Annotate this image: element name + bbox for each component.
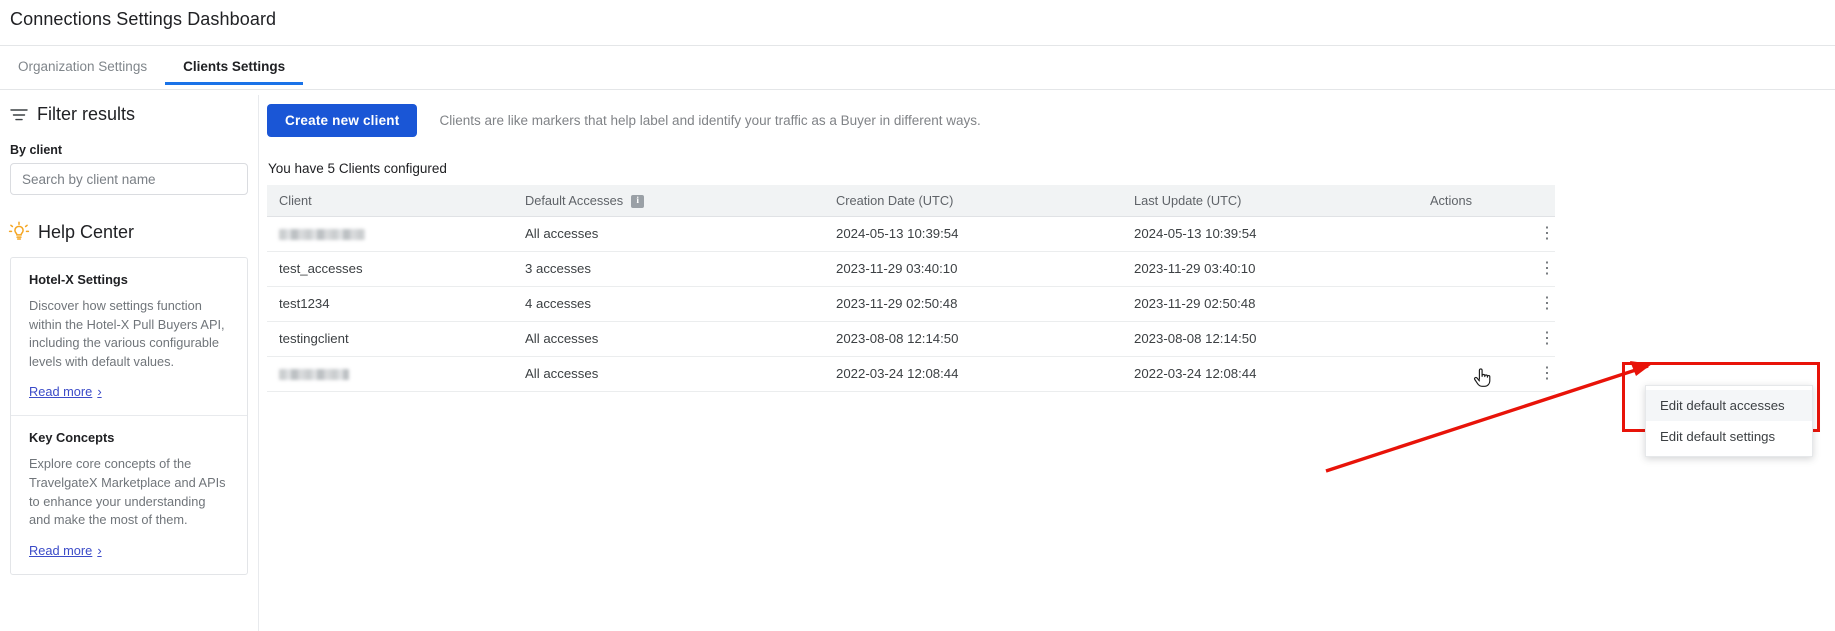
cell-last-update: 2023-08-08 12:14:50 <box>1122 321 1418 357</box>
page-title: Connections Settings Dashboard <box>10 9 277 29</box>
filter-icon <box>10 107 28 123</box>
cell-default-accesses: 4 accesses <box>513 286 824 322</box>
cell-client <box>267 216 513 252</box>
help-item-body: Discover how settings function within th… <box>29 298 225 369</box>
header-divider <box>0 45 1835 46</box>
tab-bar: Organization Settings Clients Settings <box>0 53 1835 90</box>
by-client-label: By client <box>10 143 63 157</box>
tab-organization-settings[interactable]: Organization Settings <box>0 53 165 84</box>
main-content: Create new client Clients are like marke… <box>267 95 1835 392</box>
table-row: All accesses 2022-03-24 12:08:44 2022-03-2… <box>267 356 1555 392</box>
column-header-last-update: Last Update (UTC) <box>1122 185 1418 217</box>
row-actions-kebab-icon[interactable]: ⋮ <box>1539 295 1555 312</box>
table-row: testingclient All accesses 2023-08-08 12:1… <box>267 321 1555 357</box>
table-row: test1234 4 accesses 2023-11-29 02:50:48 202… <box>267 286 1555 322</box>
cell-client <box>267 356 513 392</box>
cell-actions: ⋮ <box>1418 251 1555 287</box>
read-more-link-key-concepts[interactable]: Read more › <box>29 543 102 558</box>
search-field-wrapper <box>0 163 258 195</box>
help-center-card: Hotel-X Settings Discover how settings f… <box>10 257 248 575</box>
chevron-right-icon: › <box>97 384 102 400</box>
help-item-hotel-x-settings: Hotel-X Settings Discover how settings f… <box>11 258 247 415</box>
column-header-default-accesses-label: Default Accesses <box>525 192 624 208</box>
help-item-body: Explore core concepts of the TravelgateX… <box>29 456 226 528</box>
cell-actions: ⋮ <box>1418 356 1555 392</box>
cell-creation-date: 2024-05-13 10:39:54 <box>824 216 1122 252</box>
app-root: Connections Settings Dashboard Organizat… <box>0 0 1835 631</box>
clients-table-body: All accesses 2024-05-13 10:39:54 2024-05-1… <box>267 216 1555 392</box>
help-item-title: Key Concepts <box>29 430 115 446</box>
cell-last-update: 2022-03-24 12:08:44 <box>1122 356 1418 392</box>
lightbulb-icon <box>8 221 30 243</box>
help-center-title: Help Center <box>38 221 135 242</box>
row-actions-kebab-icon[interactable]: ⋮ <box>1539 260 1555 277</box>
read-more-label: Read more <box>29 384 93 400</box>
chevron-right-icon: › <box>97 542 102 558</box>
row-actions-kebab-icon[interactable]: ⋮ <box>1539 365 1555 382</box>
menu-item-edit-default-accesses[interactable]: Edit default accesses <box>1646 390 1812 421</box>
cell-default-accesses: All accesses <box>513 216 824 252</box>
redacted-client-name <box>279 369 349 381</box>
read-more-label: Read more <box>29 542 93 558</box>
sidebar-divider <box>258 95 259 631</box>
tab-clients-settings[interactable]: Clients Settings <box>165 53 304 85</box>
search-input[interactable] <box>10 163 248 195</box>
help-item-title: Hotel-X Settings <box>29 272 128 287</box>
cell-default-accesses: All accesses <box>513 356 824 392</box>
cell-actions: ⋮ <box>1418 286 1555 322</box>
info-icon[interactable]: i <box>631 194 645 208</box>
cell-client: test1234 <box>267 286 513 322</box>
cell-default-accesses: All accesses <box>513 321 824 357</box>
clients-count-text: You have 5 Clients configured <box>268 161 447 176</box>
tab-bar-divider <box>0 89 1835 90</box>
clients-table-head: Client Default Accesses i Creation Date (… <box>267 185 1555 217</box>
filter-results-title: Filter results <box>37 104 136 124</box>
clients-table: Client Default Accesses i Creation Date (… <box>267 185 1555 392</box>
cell-last-update: 2024-05-13 10:39:54 <box>1122 216 1418 252</box>
menu-item-edit-default-settings[interactable]: Edit default settings <box>1646 421 1812 452</box>
cell-creation-date: 2023-11-29 02:50:48 <box>824 286 1122 322</box>
row-actions-context-menu: Edit default accesses Edit default setti… <box>1645 385 1813 457</box>
column-header-actions: Actions <box>1418 185 1555 217</box>
table-row: All accesses 2024-05-13 10:39:54 2024-05-1… <box>267 216 1555 252</box>
cell-creation-date: 2023-11-29 03:40:10 <box>824 251 1122 287</box>
sidebar: Filter results By client Help Center <box>0 95 258 575</box>
cell-client: test_accesses <box>267 251 513 287</box>
table-header-row: Client Default Accesses i Creation Date (… <box>267 185 1555 217</box>
cell-creation-date: 2022-03-24 12:08:44 <box>824 356 1122 392</box>
cell-default-accesses: 3 accesses <box>513 251 824 287</box>
cell-last-update: 2023-11-29 02:50:48 <box>1122 286 1418 322</box>
action-row: Create new client Clients are like marke… <box>267 95 1835 137</box>
row-actions-kebab-icon[interactable]: ⋮ <box>1539 225 1555 242</box>
cell-creation-date: 2023-08-08 12:14:50 <box>824 321 1122 357</box>
cell-client: testingclient <box>267 321 513 357</box>
filter-results-header: Filter results <box>0 95 258 129</box>
help-item-key-concepts: Key Concepts Explore core concepts of th… <box>11 415 247 573</box>
column-header-default-accesses: Default Accesses i <box>513 185 824 217</box>
column-header-creation-date: Creation Date (UTC) <box>824 185 1122 217</box>
redacted-client-name <box>279 229 365 241</box>
read-more-link-hotel-x-settings[interactable]: Read more › <box>29 384 102 399</box>
cell-actions: ⋮ <box>1418 216 1555 252</box>
create-new-client-button[interactable]: Create new client <box>267 104 418 137</box>
help-center-header: Help Center <box>0 195 258 247</box>
cell-last-update: 2023-11-29 03:40:10 <box>1122 251 1418 287</box>
column-header-client: Client <box>267 185 513 217</box>
row-actions-kebab-icon[interactable]: ⋮ <box>1539 330 1555 347</box>
cell-actions: ⋮ <box>1418 321 1555 357</box>
clients-description: Clients are like markers that help label… <box>439 113 981 128</box>
table-row: test_accesses 3 accesses 2023-11-29 03:40:… <box>267 251 1555 287</box>
